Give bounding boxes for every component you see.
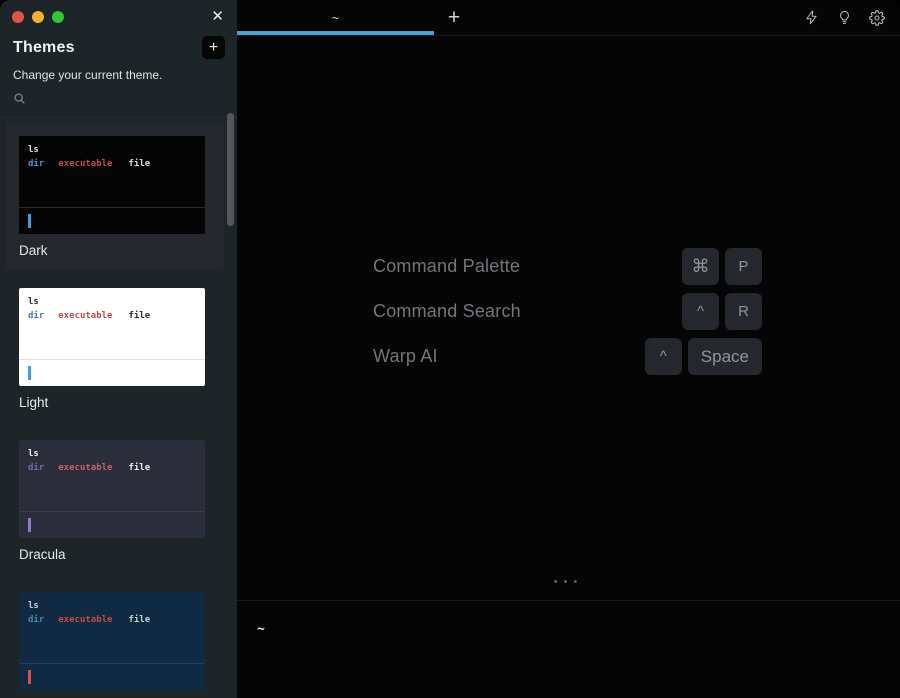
themes-panel: ✕ Themes + Change your current theme. ls <box>0 0 237 698</box>
preview-command: ls <box>28 449 205 459</box>
more-blocks-indicator: ••• <box>237 576 900 588</box>
warp-window: ✕ Themes + Change your current theme. ls <box>0 0 900 698</box>
theme-preview-card: ls dir executable file <box>19 440 205 538</box>
shortcut-row: Command Search ^ R <box>373 293 762 330</box>
panel-header: Themes + <box>0 36 237 59</box>
tab-bar: ~ + <box>237 0 900 36</box>
theme-preview-card: ls dir executable file <box>19 288 205 386</box>
theme-item-dark[interactable]: ls dir executable file Dark <box>5 121 224 270</box>
p-keycap: P <box>725 248 762 285</box>
terminal-area: ~ + <box>237 0 900 698</box>
ctrl-keycap: ^ <box>682 293 719 330</box>
sidebar-scrollbar[interactable] <box>227 113 234 226</box>
preview-file: file <box>128 463 150 473</box>
ctrl-keycap: ^ <box>645 338 682 375</box>
close-panel-icon[interactable]: ✕ <box>211 8 224 26</box>
preview-cursor <box>28 670 31 684</box>
preview-command: ls <box>28 601 205 611</box>
cmd-keycap: ⌘ <box>682 248 719 285</box>
shortcut-row: Command Palette ⌘ P <box>373 248 762 285</box>
preview-file: file <box>128 311 150 321</box>
theme-preview-card: ls dir executable file <box>19 136 205 234</box>
preview-executable: executable <box>58 615 112 625</box>
theme-list: ls dir executable file Dark ls dir executab… <box>0 118 237 698</box>
lightning-icon[interactable] <box>802 9 820 27</box>
bulb-icon[interactable] <box>835 9 853 27</box>
add-theme-button[interactable]: + <box>202 36 225 59</box>
shortcut-label: Command Search <box>373 301 521 322</box>
terminal-content: Command Palette ⌘ P Command Search ^ R W… <box>237 36 900 698</box>
zoom-window-button[interactable] <box>52 11 64 23</box>
theme-item-dracula[interactable]: ls dir executable file Dracula <box>5 425 224 574</box>
preview-file: file <box>128 615 150 625</box>
theme-preview-card: ls dir executable file <box>19 592 205 690</box>
traffic-lights <box>0 0 237 30</box>
preview-cursor <box>28 366 31 380</box>
shortcut-hints: Command Palette ⌘ P Command Search ^ R W… <box>373 248 762 383</box>
preview-command: ls <box>28 297 205 307</box>
preview-dir: dir <box>28 159 44 169</box>
shortcut-label: Warp AI <box>373 346 438 367</box>
input-block-divider <box>237 600 900 601</box>
theme-search[interactable] <box>13 93 224 108</box>
panel-title: Themes <box>13 39 75 57</box>
preview-command: ls <box>28 145 205 155</box>
shortcut-row: Warp AI ^ Space <box>373 338 762 375</box>
active-tab-indicator <box>237 31 434 35</box>
panel-subtitle: Change your current theme. <box>13 68 224 82</box>
theme-item-light[interactable]: ls dir executable file Light <box>5 273 224 422</box>
preview-cursor <box>28 518 31 532</box>
theme-name: Light <box>19 395 224 410</box>
gear-icon[interactable] <box>868 9 886 27</box>
preview-dir: dir <box>28 615 44 625</box>
theme-name: Dark <box>19 243 224 258</box>
tab-title: ~ <box>332 11 339 25</box>
preview-cursor <box>28 214 31 228</box>
toolbar-icons <box>802 0 900 35</box>
preview-dir: dir <box>28 311 44 321</box>
preview-dir: dir <box>28 463 44 473</box>
theme-name: Dracula <box>19 547 224 562</box>
preview-file: file <box>128 159 150 169</box>
space-keycap: Space <box>688 338 762 375</box>
tab-home[interactable]: ~ <box>237 0 434 35</box>
r-keycap: R <box>725 293 762 330</box>
terminal-prompt[interactable]: ~ <box>257 622 265 637</box>
search-icon <box>13 92 26 110</box>
new-tab-button[interactable]: + <box>438 0 470 35</box>
minimize-window-button[interactable] <box>32 11 44 23</box>
close-window-button[interactable] <box>12 11 24 23</box>
preview-executable: executable <box>58 463 112 473</box>
preview-executable: executable <box>58 311 112 321</box>
preview-executable: executable <box>58 159 112 169</box>
shortcut-label: Command Palette <box>373 256 520 277</box>
theme-item-solarized-dark[interactable]: ls direxecutablefile Solarized Dark <box>5 577 224 698</box>
